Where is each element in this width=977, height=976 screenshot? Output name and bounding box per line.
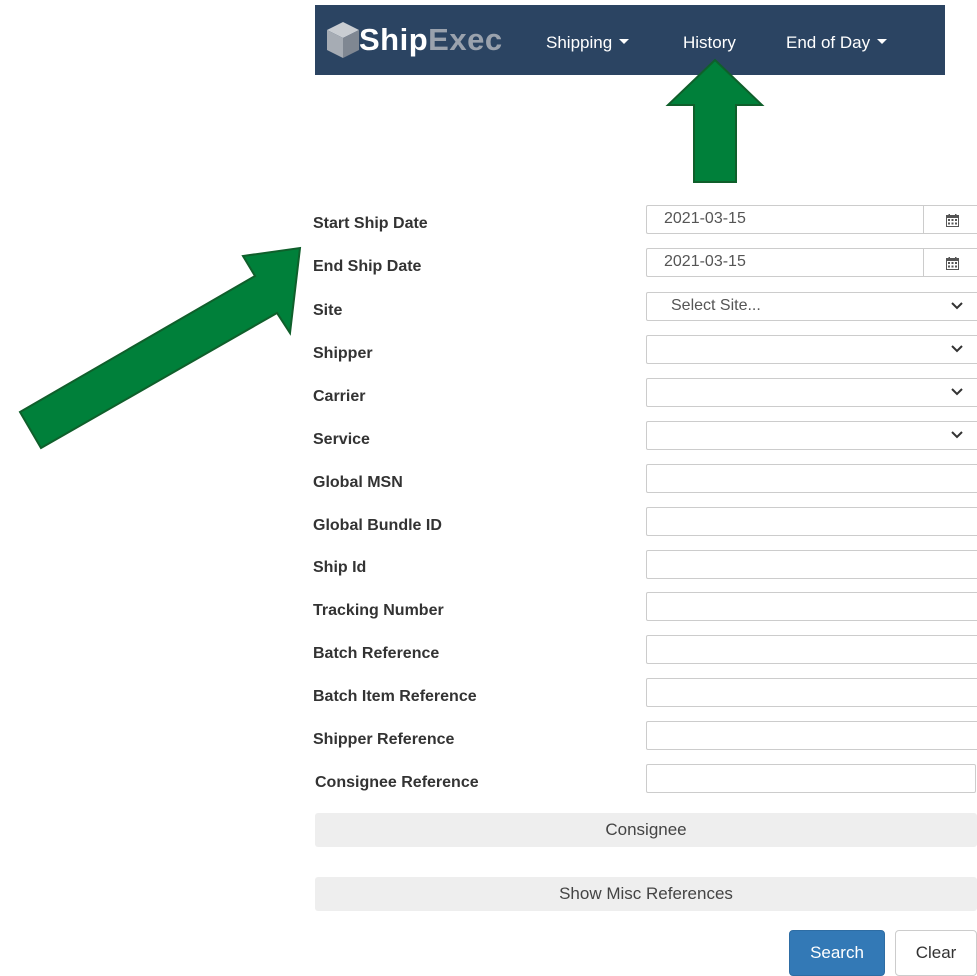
- service-label: Service: [313, 431, 370, 448]
- nav-shipping-label: Shipping: [546, 33, 613, 52]
- ship-id-label: Ship Id: [313, 559, 367, 576]
- start-date-calendar-button[interactable]: [923, 205, 977, 234]
- shipper-reference-input[interactable]: [646, 721, 977, 750]
- search-button[interactable]: Search: [789, 930, 885, 976]
- global-msn-input[interactable]: [646, 464, 977, 493]
- site-select-value: Select Site...: [671, 297, 761, 314]
- site-select[interactable]: Select Site...: [646, 292, 977, 321]
- shipper-select[interactable]: [646, 335, 977, 364]
- nav-end-of-day-label: End of Day: [786, 33, 871, 52]
- start-ship-date-label: Start Ship Date: [313, 215, 428, 232]
- consignee-section-toggle[interactable]: Consignee: [315, 813, 977, 847]
- site-label: Site: [313, 302, 343, 319]
- calendar-icon: [946, 214, 959, 227]
- ship-id-input[interactable]: [646, 550, 977, 579]
- chevron-down-icon: [951, 345, 963, 353]
- global-bundle-id-input[interactable]: [646, 507, 977, 536]
- carrier-label: Carrier: [313, 388, 366, 405]
- misc-references-toggle[interactable]: Show Misc References: [315, 877, 977, 911]
- consignee-reference-label: Consignee Reference: [315, 774, 479, 791]
- chevron-down-icon: [951, 431, 963, 439]
- annotation-arrow-up: [665, 58, 765, 183]
- start-ship-date-value: 2021-03-15: [664, 210, 746, 227]
- shipexec-logo[interactable]: ShipExec: [325, 17, 503, 63]
- caret-down-icon: [619, 39, 630, 45]
- start-ship-date-input[interactable]: 2021-03-15: [646, 205, 923, 234]
- nav-history-label: History: [683, 33, 736, 52]
- logo-text-exec: Exec: [428, 22, 503, 57]
- end-ship-date-value: 2021-03-15: [664, 253, 746, 270]
- chevron-down-icon: [951, 388, 963, 396]
- service-select[interactable]: [646, 421, 977, 450]
- consignee-reference-input[interactable]: [646, 764, 976, 793]
- global-bundle-id-label: Global Bundle ID: [313, 517, 442, 534]
- tracking-number-label: Tracking Number: [313, 602, 444, 619]
- clear-button[interactable]: Clear: [895, 930, 977, 976]
- shipper-reference-label: Shipper Reference: [313, 731, 455, 748]
- caret-down-icon: [877, 39, 888, 45]
- chevron-down-icon: [951, 302, 963, 310]
- end-ship-date-input[interactable]: 2021-03-15: [646, 248, 923, 277]
- batch-item-reference-input[interactable]: [646, 678, 977, 707]
- batch-item-reference-label: Batch Item Reference: [313, 688, 477, 705]
- shipper-label: Shipper: [313, 345, 373, 362]
- nav-end-of-day-menu[interactable]: End of Day: [786, 5, 888, 75]
- end-ship-date-label: End Ship Date: [313, 258, 422, 275]
- nav-shipping-menu[interactable]: Shipping: [546, 5, 630, 75]
- logo-text-ship: Ship: [359, 22, 429, 57]
- calendar-icon: [946, 257, 959, 270]
- end-date-calendar-button[interactable]: [923, 248, 977, 277]
- global-msn-label: Global MSN: [313, 474, 403, 491]
- logo-cube-icon: [325, 20, 361, 60]
- batch-reference-label: Batch Reference: [313, 645, 440, 662]
- tracking-number-input[interactable]: [646, 592, 977, 621]
- annotation-arrow-diagonal: [18, 246, 302, 450]
- batch-reference-input[interactable]: [646, 635, 977, 664]
- top-navbar: ShipExec Shipping History End of Day: [315, 5, 945, 75]
- carrier-select[interactable]: [646, 378, 977, 407]
